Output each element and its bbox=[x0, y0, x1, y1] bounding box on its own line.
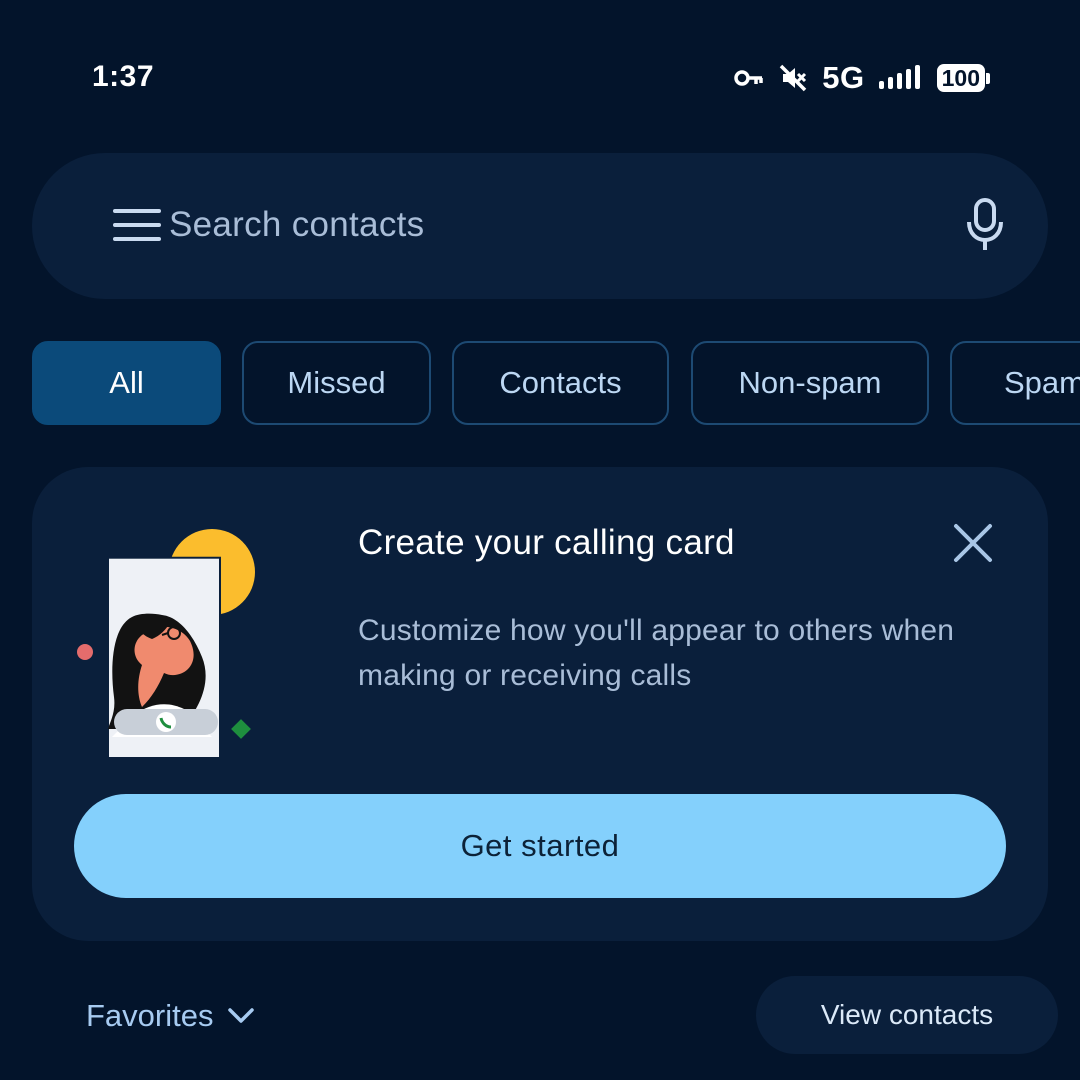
calling-card-illustration bbox=[77, 529, 255, 757]
get-started-button[interactable]: Get started bbox=[74, 794, 1006, 898]
vpn-key-icon bbox=[734, 70, 764, 86]
favorites-label: Favorites bbox=[86, 998, 214, 1033]
chip-non-spam[interactable]: Non-spam bbox=[691, 341, 929, 425]
chip-missed[interactable]: Missed bbox=[242, 341, 431, 425]
mute-icon bbox=[780, 64, 807, 92]
battery-icon: 100 bbox=[936, 64, 990, 92]
view-contacts-button[interactable]: View contacts bbox=[756, 976, 1058, 1054]
menu-icon[interactable] bbox=[113, 209, 161, 243]
mic-icon[interactable] bbox=[965, 198, 1005, 252]
search-input[interactable]: Search contacts bbox=[169, 205, 424, 245]
filter-chips: All Missed Contacts Non-spam Spam bbox=[32, 341, 1080, 425]
phone-screen: 1:37 5G 100 Search contacts All Missed C… bbox=[0, 0, 1080, 1080]
battery-level: 100 bbox=[936, 64, 985, 92]
card-title: Create your calling card bbox=[358, 523, 735, 562]
status-time: 1:37 bbox=[92, 60, 155, 93]
status-icons: 5G 100 bbox=[734, 58, 990, 98]
network-label: 5G bbox=[822, 60, 865, 95]
chip-spam[interactable]: Spam bbox=[950, 341, 1080, 425]
chip-all[interactable]: All bbox=[32, 341, 221, 425]
card-description: Customize how you'll appear to others wh… bbox=[358, 614, 955, 692]
calling-card-promo: Create your calling card Customize how y… bbox=[32, 467, 1048, 941]
search-bar[interactable]: Search contacts bbox=[32, 153, 1048, 299]
close-icon[interactable] bbox=[952, 522, 994, 564]
favorites-dropdown[interactable]: Favorites bbox=[86, 996, 255, 1036]
chip-contacts[interactable]: Contacts bbox=[452, 341, 669, 425]
chevron-down-icon bbox=[228, 1008, 255, 1023]
signal-icon bbox=[878, 65, 920, 89]
